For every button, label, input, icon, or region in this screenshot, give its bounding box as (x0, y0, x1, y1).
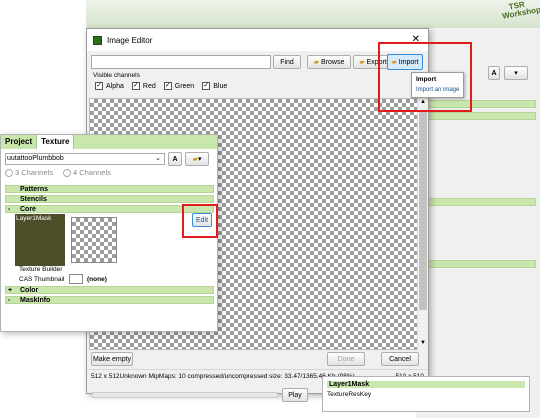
tab-texture[interactable]: Texture (37, 135, 75, 149)
visible-channels-label: Visible channels (93, 72, 140, 79)
edit-highlight-box (182, 204, 218, 238)
tab-project[interactable]: Project (1, 135, 38, 149)
font-button[interactable]: A (168, 152, 182, 166)
three-channels-radio[interactable]: 3 Channels (5, 168, 53, 177)
texture-select[interactable]: uutattooPlumbbob ⌄ (5, 153, 165, 165)
red-checkbox[interactable]: ✓ Red (131, 82, 156, 90)
panel-tabs: Project Texture (1, 135, 217, 149)
section-header-bar (426, 260, 536, 268)
section-header-bar (426, 198, 536, 206)
timeline-track[interactable] (92, 392, 278, 398)
find-button[interactable]: Find (273, 55, 301, 69)
image-path-input[interactable] (91, 55, 271, 69)
vertical-scrollbar[interactable]: ▲ ▼ (417, 98, 428, 350)
section-header-bar (426, 112, 536, 120)
done-button[interactable]: Done (327, 352, 365, 366)
cas-thumbnail-swatch[interactable] (69, 274, 83, 284)
dialog-title: Image Editor (107, 36, 153, 45)
image-icon: ▰ (192, 156, 198, 163)
icon-dropdown-button[interactable]: ▰ ▾ (185, 152, 209, 166)
texture-builder-label: Texture Builder (19, 266, 63, 273)
dialog-title-bar: Image Editor ✕ (87, 29, 428, 51)
stencils-row[interactable]: Stencils (5, 195, 214, 203)
maskinfo-row[interactable]: - MaskInfo (5, 296, 214, 304)
collapse-icon[interactable]: - (8, 206, 10, 213)
layer-info-title: Layer1Mask (327, 381, 525, 388)
texture-res-key-label: TextureResKey (327, 391, 372, 398)
scrollbar-thumb[interactable] (419, 110, 427, 310)
status-info: 512 x 512Unknown MipMaps: 10 compressed/… (91, 373, 355, 380)
blue-checkbox[interactable]: ✓ Blue (202, 82, 227, 90)
expand-icon[interactable]: + (8, 287, 12, 294)
green-checkbox[interactable]: ✓ Green (163, 82, 194, 90)
color-row[interactable]: + Color (5, 286, 214, 294)
font-button[interactable]: A (488, 66, 500, 80)
alpha-checkbox[interactable]: ✓ Alpha (95, 82, 124, 90)
channel-checkboxes: ✓ Alpha ✓ Red ✓ Green ✓ Blue (95, 82, 227, 90)
four-channels-radio[interactable]: 4 Channels (62, 168, 111, 177)
app-icon (93, 36, 102, 45)
import-highlight-box (378, 42, 472, 112)
layer-info-panel: Layer1Mask TextureResKey (322, 376, 530, 412)
patterns-row[interactable]: Patterns (5, 185, 214, 193)
play-button[interactable]: Play (282, 388, 308, 402)
scroll-down-icon[interactable]: ▼ (420, 340, 426, 346)
export-icon: ▰ (359, 59, 365, 66)
cancel-button[interactable]: Cancel (381, 352, 419, 366)
folder-icon: ▰ (313, 59, 320, 66)
layer-thumbnail (71, 217, 117, 263)
app-toolbar-background (86, 0, 540, 28)
cas-thumbnail-label: CAS Thumbnail (19, 276, 65, 283)
collapse-icon[interactable]: - (8, 297, 10, 304)
channel-radios: 3 Channels 4 Channels (5, 168, 111, 177)
make-empty-button[interactable]: Make empty (91, 352, 133, 366)
cas-thumbnail-value: (none) (87, 276, 107, 283)
layer-label: Layer1Mask (16, 215, 52, 222)
icon-dropdown-button[interactable]: ▾ (504, 66, 528, 80)
browse-button[interactable]: ▰ Browse (307, 55, 351, 69)
chevron-down-icon: ⌄ (155, 155, 161, 162)
